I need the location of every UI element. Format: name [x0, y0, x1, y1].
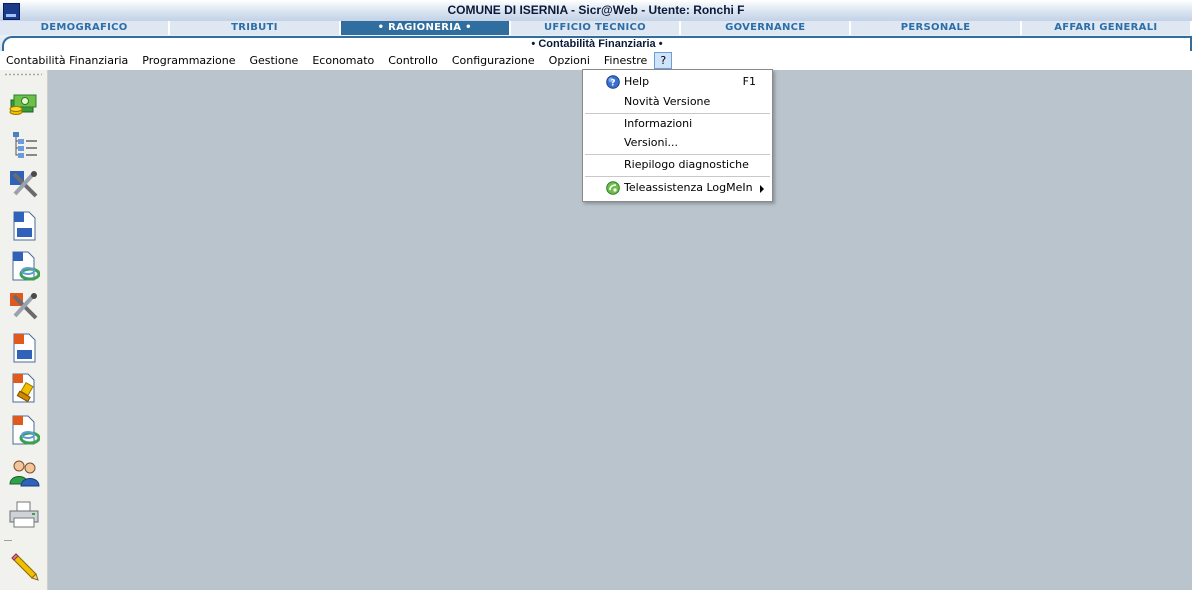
left-toolbar: [0, 70, 48, 590]
menu-item-label: Versioni...: [624, 136, 678, 149]
money-icon[interactable]: [8, 86, 40, 118]
tools-document-icon[interactable]: [8, 168, 40, 200]
module-demografico[interactable]: DEMOGRAFICO: [0, 21, 171, 35]
submenu-arrow-icon: [760, 185, 764, 193]
menu-economato[interactable]: Economato: [305, 52, 381, 69]
shortcut-label: F1: [742, 75, 756, 88]
menu-contabilita-finanziaria[interactable]: Contabilità Finanziaria: [0, 52, 135, 69]
module-tributi[interactable]: TRIBUTI: [170, 21, 341, 35]
menu-item-novita-versione[interactable]: Novità Versione: [583, 92, 772, 112]
printer-icon[interactable]: [8, 498, 40, 530]
menu-item-label: Help: [624, 75, 650, 88]
menu-separator: [585, 176, 770, 177]
users-icon[interactable]: [8, 456, 40, 488]
section-tab: • Contabilità Finanziaria •: [2, 36, 1192, 52]
menu-item-label: Novità Versione: [624, 95, 711, 108]
document-swirl-red-icon[interactable]: [8, 414, 41, 446]
pencil-icon[interactable]: [8, 550, 40, 582]
help-icon: ?: [606, 75, 620, 89]
toolbar-grip[interactable]: [4, 73, 42, 76]
menu-item-informazioni[interactable]: Informazioni: [583, 114, 772, 134]
modules-bar: DEMOGRAFICO TRIBUTI • RAGIONERIA • UFFIC…: [0, 21, 1192, 36]
tools-red-icon[interactable]: [8, 290, 40, 322]
sub-header: • Contabilità Finanziaria •: [0, 35, 1192, 52]
module-personale[interactable]: PERSONALE: [851, 21, 1022, 35]
logmein-icon: [606, 181, 620, 195]
tree-list-icon[interactable]: [8, 128, 40, 160]
menu-configurazione[interactable]: Configurazione: [445, 52, 542, 69]
module-ragioneria[interactable]: • RAGIONERIA •: [340, 21, 511, 35]
module-governance[interactable]: GOVERNANCE: [681, 21, 852, 35]
menu-programmazione[interactable]: Programmazione: [135, 52, 242, 69]
toolbar-separator: [4, 540, 12, 541]
document-stamp-icon[interactable]: [8, 372, 40, 404]
menu-item-riepilogo-diagnostiche[interactable]: Riepilogo diagnostiche: [583, 155, 772, 175]
help-dropdown-menu: ? Help F1 Novità Versione Informazioni V…: [582, 69, 773, 202]
title-bar: COMUNE DI ISERNIA - Sicr@Web - Utente: R…: [0, 0, 1192, 22]
menu-item-label: Teleassistenza LogMeIn: [624, 181, 753, 194]
menu-item-label: Informazioni: [624, 117, 693, 130]
section-title: • Contabilità Finanziaria •: [531, 38, 663, 50]
module-affari-generali[interactable]: AFFARI GENERALI: [1022, 21, 1192, 35]
document-swirl-icon[interactable]: [8, 250, 41, 282]
menu-item-teleassistenza[interactable]: Teleassistenza LogMeIn: [583, 178, 772, 198]
module-ufficio-tecnico[interactable]: UFFICIO TECNICO: [511, 21, 682, 35]
document-icon[interactable]: [8, 210, 40, 242]
svg-text:?: ?: [610, 79, 615, 89]
document-red-icon[interactable]: [8, 332, 40, 364]
menu-opzioni[interactable]: Opzioni: [542, 52, 597, 69]
menu-item-help[interactable]: ? Help F1: [583, 72, 772, 92]
menu-gestione[interactable]: Gestione: [242, 52, 305, 69]
menu-controllo[interactable]: Controllo: [381, 52, 445, 69]
window-title: COMUNE DI ISERNIA - Sicr@Web - Utente: R…: [447, 3, 745, 17]
menu-item-label: Riepilogo diagnostiche: [624, 158, 749, 171]
menu-item-versioni[interactable]: Versioni...: [583, 133, 772, 153]
menu-finestre[interactable]: Finestre: [597, 52, 654, 69]
menu-help[interactable]: ?: [654, 52, 673, 69]
menu-bar: Contabilità Finanziaria Programmazione G…: [0, 51, 1192, 70]
